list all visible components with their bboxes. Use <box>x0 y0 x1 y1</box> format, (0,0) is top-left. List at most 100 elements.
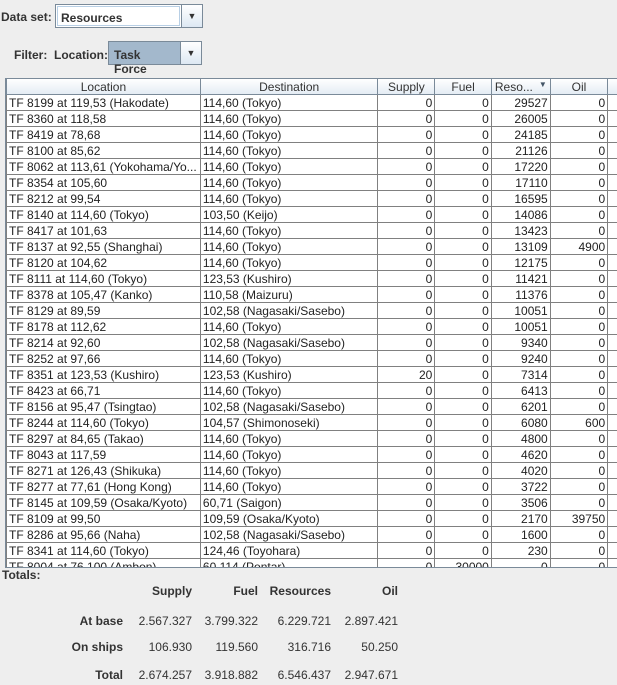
table-row[interactable]: TF 8360 at 118,58 114,60 (Tokyo) 0 0 26005 0 <box>6 110 617 127</box>
table-cell: 110,58 (Maizuru) <box>199 286 379 303</box>
table-cell: 13423 <box>490 222 551 239</box>
chevron-down-icon[interactable]: ▼ <box>180 42 201 64</box>
table-cell: 0 <box>549 126 609 143</box>
table-cell-filler <box>607 270 617 287</box>
table-row[interactable]: TF 8354 at 105,60 114,60 (Tokyo) 0 0 17110 0 <box>6 174 617 191</box>
table-cell: 0 <box>377 430 436 447</box>
table-row[interactable]: TF 8109 at 99,50 109,59 (Osaka/Kyoto) 0 0 21… <box>6 510 617 527</box>
table-cell: 114,60 (Tokyo) <box>199 190 379 207</box>
table-row[interactable]: TF 8286 at 95,66 (Naha) 102,58 (Nagasaki/… <box>6 526 617 543</box>
table-cell-filler <box>607 382 617 399</box>
table-row[interactable]: TF 8062 at 113,61 (Yokohama/Yo... 114,60 … <box>6 158 617 175</box>
table-cell: 0 <box>434 158 492 175</box>
table-cell: 0 <box>434 142 492 159</box>
column-header[interactable]: Fuel <box>434 79 492 95</box>
location-filter-select[interactable]: Task Force ▼ <box>108 41 202 76</box>
dataset-select[interactable]: Resources ▼ <box>55 4 203 28</box>
table-row[interactable]: TF 8214 at 92,60 102,58 (Nagasaki/Sasebo)… <box>6 334 617 351</box>
table-cell: 102,58 (Nagasaki/Sasebo) <box>199 334 379 351</box>
table-cell: 114,60 (Tokyo) <box>199 382 379 399</box>
table-row[interactable]: TF 8351 at 123,53 (Kushiro) 123,53 (Kushi… <box>6 366 617 383</box>
table-cell: 6080 <box>490 414 551 431</box>
chevron-down-icon[interactable]: ▼ <box>181 5 202 27</box>
table-row[interactable]: TF 8341 at 114,60 (Tokyo) 124,46 (Toyohar… <box>6 542 617 559</box>
table-cell-filler <box>607 318 617 335</box>
table-cell: 0 <box>377 206 436 223</box>
table-cell: TF 8109 at 99,50 <box>6 510 201 527</box>
totals-column-header: Oil <box>381 584 398 598</box>
table-row[interactable]: TF 8140 at 114,60 (Tokyo) 103,50 (Keijo) 0… <box>6 206 617 223</box>
table-row[interactable]: TF 8277 at 77,61 (Hong Kong) 114,60 (Toky… <box>6 478 617 495</box>
column-header[interactable]: Supply <box>377 79 436 95</box>
location-label: Location: <box>54 48 108 62</box>
table-cell: 0 <box>377 174 436 191</box>
table-cell: 103,50 (Keijo) <box>199 206 379 223</box>
column-header[interactable]: Oil <box>549 79 609 95</box>
table-row[interactable]: TF 8156 at 95,47 (Tsingtao) 102,58 (Nagas… <box>6 398 617 415</box>
totals-value: 2.897.421 <box>344 614 398 628</box>
table-row[interactable]: TF 8212 at 99,54 114,60 (Tokyo) 0 0 16595 0 <box>6 190 617 207</box>
table-cell: 0 <box>434 382 492 399</box>
table-row[interactable]: TF 8199 at 119,53 (Hakodate) 114,60 (Toky… <box>6 94 617 111</box>
table-row[interactable]: TF 8271 at 126,43 (Shikuka) 114,60 (Tokyo… <box>6 462 617 479</box>
table-cell: 0 <box>377 110 436 127</box>
table-cell: 0 <box>434 318 492 335</box>
totals-panel: Totals: Supply Fuel Resources Oil At base 2.5… <box>0 566 617 685</box>
table-cell: 114,60 (Tokyo) <box>199 462 379 479</box>
table-cell: 114,60 (Tokyo) <box>199 158 379 175</box>
table-row[interactable]: TF 8423 at 66,71 114,60 (Tokyo) 0 0 6413 0 <box>6 382 617 399</box>
totals-row-label: At base <box>79 614 123 628</box>
table-cell: 114,60 (Tokyo) <box>199 446 379 463</box>
table-cell: 0 <box>549 542 609 559</box>
table-cell: 0 <box>549 430 609 447</box>
table-cell: 0 <box>434 398 492 415</box>
table-row[interactable]: TF 8145 at 109,59 (Osaka/Kyoto) 60,71 (Sa… <box>6 494 617 511</box>
table-cell: 109,59 (Osaka/Kyoto) <box>199 510 379 527</box>
table-row[interactable]: TF 8297 at 84,65 (Takao) 114,60 (Tokyo) 0 0… <box>6 430 617 447</box>
column-header[interactable]: Destination <box>199 79 379 95</box>
table-row[interactable]: TF 8419 at 78,68 114,60 (Tokyo) 0 0 24185 0 <box>6 126 617 143</box>
table-cell: 0 <box>377 190 436 207</box>
table-cell: 0 <box>434 94 492 111</box>
table-row[interactable]: TF 8111 at 114,60 (Tokyo) 123,53 (Kushiro… <box>6 270 617 287</box>
totals-value: 3.799.322 <box>204 614 258 628</box>
table-cell: 0 <box>549 110 609 127</box>
table-row[interactable]: TF 8137 at 92,55 (Shanghai) 114,60 (Tokyo… <box>6 238 617 255</box>
table-cell: 0 <box>377 270 436 287</box>
table-row[interactable]: TF 8252 at 97,66 114,60 (Tokyo) 0 0 9240 0 <box>6 350 617 367</box>
table-cell: TF 8277 at 77,61 (Hong Kong) <box>6 478 201 495</box>
table-cell-filler <box>607 350 617 367</box>
table-cell: 0 <box>549 270 609 287</box>
table-cell: 0 <box>549 494 609 511</box>
table-cell: 102,58 (Nagasaki/Sasebo) <box>199 398 379 415</box>
table-cell: 0 <box>549 286 609 303</box>
table-row[interactable]: TF 8043 at 117,59 114,60 (Tokyo) 0 0 4620 0 <box>6 446 617 463</box>
table-cell-filler <box>607 398 617 415</box>
table-row[interactable]: TF 8120 at 104,62 114,60 (Tokyo) 0 0 12175 0 <box>6 254 617 271</box>
table-cell: 0 <box>377 302 436 319</box>
table-cell: 0 <box>549 318 609 335</box>
table-row[interactable]: TF 8417 at 101,63 114,60 (Tokyo) 0 0 13423 0 <box>6 222 617 239</box>
location-filter-value: Task Force <box>110 43 179 76</box>
column-header[interactable]: Reso... ▼ <box>490 79 551 95</box>
table-cell: 123,53 (Kushiro) <box>199 366 379 383</box>
table-row[interactable]: TF 8244 at 114,60 (Tokyo) 104,57 (Shimono… <box>6 414 617 431</box>
table-cell: 0 <box>549 398 609 415</box>
sort-descending-icon: ▼ <box>538 79 547 89</box>
table-cell: TF 8043 at 117,59 <box>6 446 201 463</box>
column-header[interactable]: Location <box>6 79 201 95</box>
table-cell: 9340 <box>490 334 551 351</box>
resources-table[interactable]: Location Destination Supply Fuel Reso... ▼ Oi… <box>5 78 617 568</box>
table-row[interactable]: TF 8178 at 112,62 114,60 (Tokyo) 0 0 10051 0 <box>6 318 617 335</box>
table-cell: 0 <box>377 238 436 255</box>
table-cell: 0 <box>434 494 492 511</box>
table-row[interactable]: TF 8378 at 105,47 (Kanko) 110,58 (Maizuru… <box>6 286 617 303</box>
table-cell: 0 <box>549 222 609 239</box>
table-cell: 11376 <box>490 286 551 303</box>
table-cell: 21126 <box>490 142 551 159</box>
table-cell-filler <box>607 142 617 159</box>
table-row[interactable]: TF 8100 at 85,62 114,60 (Tokyo) 0 0 21126 0 <box>6 142 617 159</box>
table-cell: 0 <box>377 158 436 175</box>
table-cell: 0 <box>434 190 492 207</box>
table-row[interactable]: TF 8129 at 89,59 102,58 (Nagasaki/Sasebo)… <box>6 302 617 319</box>
